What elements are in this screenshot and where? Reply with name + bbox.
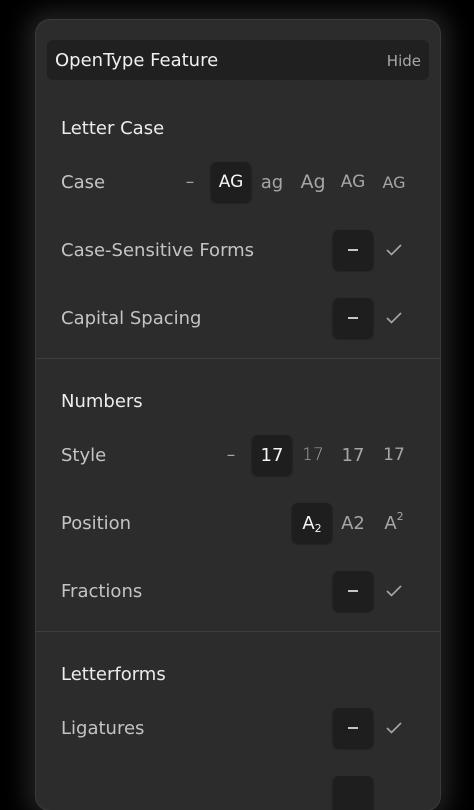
case-label: Case [61,172,106,193]
style-option-tabular[interactable]: 17 [293,435,333,475]
checkmark-icon [386,722,402,734]
style-label: Style [61,445,107,466]
case-sensitive-off-button[interactable] [333,230,373,270]
checkmark-icon [386,312,402,324]
position-superscript-digit: 2 [396,509,404,523]
checkmark-icon [386,585,402,597]
fractions-off-button[interactable] [333,571,373,611]
dash-icon [348,727,358,729]
fractions-on-button[interactable] [374,571,414,611]
dash-icon [348,590,358,592]
capital-spacing-on-button[interactable] [374,298,414,338]
dash-icon [348,249,358,251]
ligatures-label: Ligatures [61,718,145,739]
opentype-feature-panel: OpenType Feature Hide Letter Case Case –… [36,20,440,810]
panel-header: OpenType Feature Hide [47,40,429,80]
section-title-letter-case: Letter Case [61,118,165,139]
style-option-proportional[interactable]: 17 [333,435,373,475]
style-option-oldstyle[interactable]: 17 [374,435,414,475]
style-option-none[interactable]: – [211,435,251,475]
case-sensitive-forms-label: Case-Sensitive Forms [61,240,255,261]
case-sensitive-on-button[interactable] [374,230,414,270]
dash-icon [348,317,358,319]
case-option-all-small-caps[interactable]: AG [374,162,414,202]
ligatures-off-button[interactable] [333,708,373,748]
section-divider [36,358,440,359]
panel-title: OpenType Feature [55,50,219,71]
case-option-none[interactable]: – [170,162,210,202]
position-option-normal[interactable]: A2 [333,503,373,543]
position-superscript-base: A [384,512,397,534]
next-row-off-button[interactable] [333,776,373,810]
position-option-superscript[interactable]: A2 [374,503,414,543]
style-option-lining[interactable]: 17 [252,435,292,475]
section-title-letterforms: Letterforms [61,664,166,685]
case-option-uppercase[interactable]: AG [211,162,251,202]
case-option-titlecase[interactable]: Ag [293,162,333,202]
section-divider [36,631,440,632]
section-title-numbers: Numbers [61,391,143,412]
position-label: Position [61,513,132,534]
capital-spacing-off-button[interactable] [333,298,373,338]
position-subscript-digit: 2 [314,521,322,535]
capital-spacing-label: Capital Spacing [61,308,202,329]
position-subscript-base: A [302,512,315,534]
ligatures-on-button[interactable] [374,708,414,748]
case-option-lowercase[interactable]: ag [252,162,292,202]
position-option-subscript[interactable]: A2 [292,503,332,543]
checkmark-icon [386,244,402,256]
fractions-label: Fractions [61,581,143,602]
hide-button[interactable]: Hide [387,52,421,70]
case-option-small-caps[interactable]: AG [333,162,373,202]
